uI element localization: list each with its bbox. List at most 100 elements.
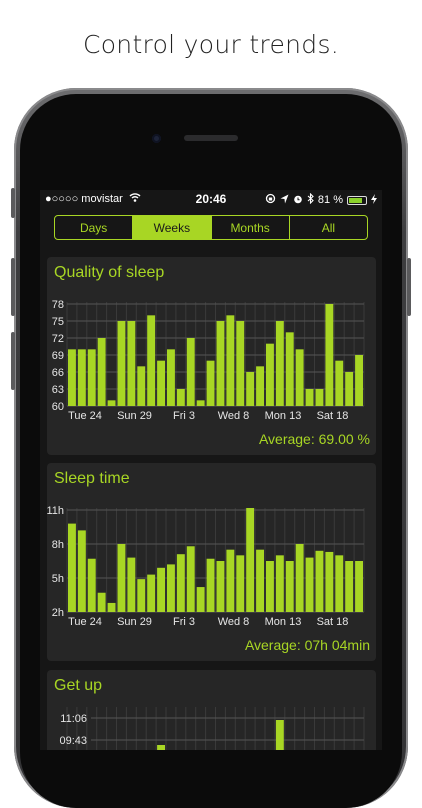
sleep:1-bar bbox=[97, 592, 106, 612]
sleep:1-bar bbox=[345, 561, 354, 612]
sleep:1-bar bbox=[226, 549, 235, 612]
sleep:1-bar bbox=[68, 523, 76, 612]
tab-all[interactable]: All bbox=[290, 216, 367, 239]
sleep:1-y-tick-label: 2h bbox=[52, 607, 64, 619]
sleep:1-bar bbox=[256, 549, 264, 612]
quality:0-y-tick-label: 63 bbox=[52, 384, 64, 396]
sleep:1-x-tick-label: Tue 24 bbox=[68, 616, 102, 628]
quality:0-bar bbox=[167, 349, 175, 406]
quality:0-bar bbox=[285, 332, 294, 406]
quality:0-bar bbox=[127, 321, 136, 406]
sleep:1-bar bbox=[117, 544, 126, 612]
sleep:1-bar bbox=[266, 561, 274, 612]
charging-icon bbox=[371, 193, 377, 207]
quality:0-bar bbox=[325, 304, 334, 406]
sleep:1-x-tick-label: Mon 13 bbox=[265, 616, 302, 628]
get-up-chart: 11:06 09:43 bbox=[59, 707, 365, 750]
quality:0-x-tick-label: Tue 24 bbox=[68, 410, 102, 422]
sleep:1-x-tick-label: Sat 18 bbox=[317, 616, 349, 628]
battery-percent: 81 % bbox=[317, 194, 343, 206]
sleep-time-average: Average: 07h 04min bbox=[244, 637, 370, 653]
sleep-time-card[interactable]: Sleep time 11h 8h 5h 2h Tue 24 Sun 29 Fri 3 Wed… bbox=[47, 463, 376, 661]
mute-switch bbox=[11, 188, 15, 218]
app-screen: ●○○○○ movistar 20:46 81 % Days Weeks Mon… bbox=[40, 190, 382, 750]
quality:0-bar bbox=[295, 349, 304, 406]
status-bar: ●○○○○ movistar 20:46 81 % bbox=[40, 190, 382, 208]
sleep:1-bar bbox=[167, 564, 175, 612]
sleep:1-bar bbox=[355, 561, 363, 612]
getup-bar bbox=[157, 745, 165, 750]
sleep:1-bar bbox=[107, 602, 116, 612]
sleep:1-bar bbox=[186, 546, 195, 612]
sleep:1-bar bbox=[206, 558, 215, 612]
quality:0-bar bbox=[216, 321, 225, 406]
quality:0-bar bbox=[77, 349, 86, 406]
quality:0-x-tick-label: Fri 3 bbox=[173, 410, 195, 422]
quality:0-x-tick-label: Mon 13 bbox=[265, 410, 302, 422]
sleep:1-bar bbox=[285, 561, 294, 612]
quality:0-y-tick-label: 60 bbox=[52, 401, 64, 413]
quality:0-y-tick-label: 69 bbox=[52, 350, 64, 362]
status-right: 81 % bbox=[265, 192, 377, 207]
sleep:1-x-tick-label: Wed 8 bbox=[218, 616, 250, 628]
sleep:1-bar bbox=[196, 587, 205, 612]
quality:0-bar bbox=[147, 315, 156, 406]
sleep:1-bar bbox=[325, 551, 334, 612]
volume-up-button bbox=[11, 258, 15, 316]
sleep:1-x-tick-label: Fri 3 bbox=[173, 616, 195, 628]
quality:0-bar bbox=[206, 360, 215, 406]
quality:0-bar bbox=[275, 321, 284, 406]
quality:0-bar bbox=[315, 389, 324, 406]
quality:0-bar bbox=[107, 400, 116, 406]
quality:0-bar bbox=[176, 389, 185, 406]
getup-bar bbox=[275, 720, 284, 750]
sleep:1-bar bbox=[335, 555, 344, 612]
getup-y-tick-label: 11:06 bbox=[60, 713, 87, 725]
sleep:1-y-tick-label: 5h bbox=[52, 573, 64, 585]
quality:0-y-tick-label: 78 bbox=[52, 299, 64, 311]
tab-days[interactable]: Days bbox=[55, 216, 134, 239]
quality:0-bar bbox=[335, 360, 344, 406]
sleep:1-y-tick-label: 11h bbox=[47, 505, 64, 517]
sleep:1-bar bbox=[176, 554, 185, 612]
get-up-card-title: Get up bbox=[54, 677, 103, 694]
quality:0-bar bbox=[87, 349, 96, 406]
sleep:1-bar bbox=[137, 579, 146, 612]
quality:0-bar bbox=[117, 321, 126, 406]
get-up-card[interactable]: Get up 11:06 09:43 bbox=[47, 670, 376, 750]
getup-y-tick-label: 09:43 bbox=[59, 735, 87, 747]
quality:0-bar bbox=[137, 366, 146, 406]
quality:0-x-tick-label: Wed 8 bbox=[218, 410, 250, 422]
quality:0-bar bbox=[266, 343, 274, 406]
tab-weeks[interactable]: Weeks bbox=[133, 216, 212, 239]
sleep:1-bar bbox=[246, 508, 255, 612]
location-icon bbox=[280, 194, 289, 207]
sleep-time-chart: 11h 8h 5h 2h Tue 24 Sun 29 Fri 3 Wed 8 Mon 13 Sat… bbox=[47, 505, 365, 628]
quality:0-bar bbox=[97, 338, 106, 406]
sleep:1-bar bbox=[305, 557, 314, 612]
quality:0-y-tick-label: 75 bbox=[52, 316, 64, 328]
tab-months[interactable]: Months bbox=[212, 216, 290, 239]
sleep:1-bar bbox=[87, 558, 96, 612]
sleep:1-bar bbox=[216, 561, 225, 612]
earpiece-speaker bbox=[184, 135, 238, 141]
lock-rotation-icon bbox=[265, 193, 276, 207]
quality:0-bar bbox=[256, 366, 264, 406]
quality:0-bar bbox=[345, 372, 354, 406]
power-button bbox=[407, 258, 411, 316]
sleep-time-card-title: Sleep time bbox=[54, 470, 130, 487]
quality:0-bar bbox=[226, 315, 235, 406]
sleep:1-bar bbox=[275, 555, 284, 612]
quality-card-title: Quality of sleep bbox=[54, 264, 165, 281]
bluetooth-icon bbox=[307, 192, 314, 207]
quality:0-bar bbox=[196, 400, 205, 406]
quality:0-bar bbox=[305, 389, 314, 406]
alarm-icon bbox=[293, 194, 303, 207]
quality:0-bar bbox=[157, 360, 165, 406]
quality:0-y-tick-label: 72 bbox=[52, 333, 64, 345]
sleep:1-bar bbox=[315, 550, 324, 612]
quality-of-sleep-card[interactable]: Quality of sleep 78 75 72 69 66 63 60 Tue 24 Sun… bbox=[47, 257, 376, 455]
quality:0-x-tick-label: Sun 29 bbox=[117, 410, 152, 422]
quality:0-x-tick-label: Sat 18 bbox=[317, 410, 349, 422]
quality-average: Average: 69.00 % bbox=[258, 431, 370, 447]
